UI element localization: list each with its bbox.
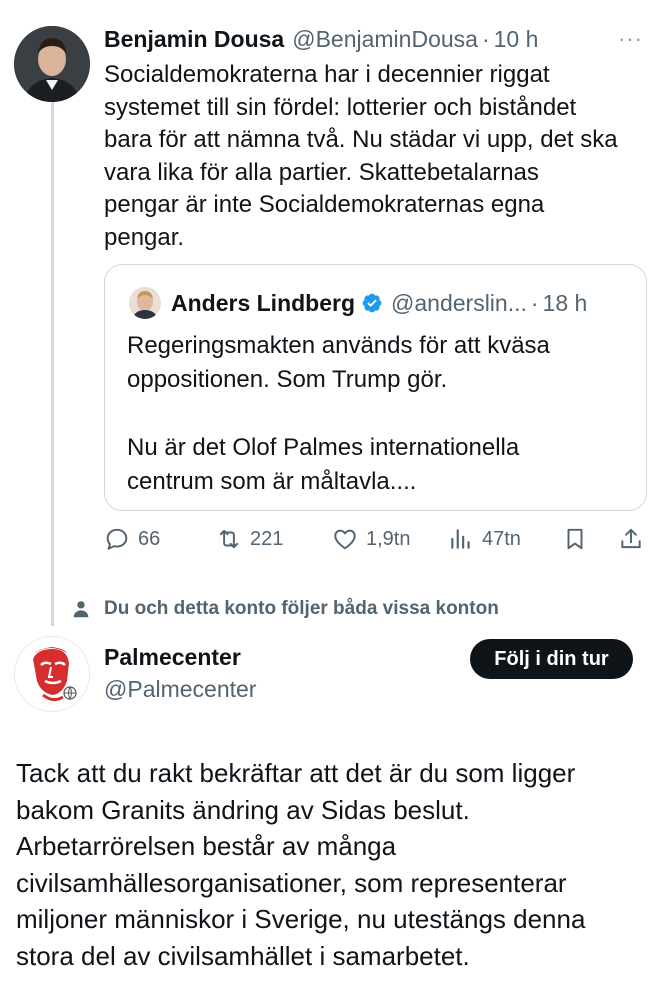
views-chart-icon — [451, 529, 470, 549]
share-icon — [621, 528, 641, 549]
bookmark-button[interactable] — [562, 522, 596, 556]
author-name[interactable]: Benjamin Dousa — [104, 26, 284, 53]
more-options-icon[interactable]: ··· — [618, 26, 643, 52]
heart-icon — [334, 529, 356, 550]
tweet-text: Socialdemokraterna har i decennier rigga… — [104, 61, 618, 251]
reply-icon — [106, 528, 128, 550]
quoted-tweet-text: Regeringsmakten används för att kväsa op… — [127, 332, 550, 495]
timestamp[interactable]: 10 h — [494, 26, 539, 53]
quoted-author-handle: @anderslin... — [391, 289, 527, 316]
avatar[interactable] — [14, 636, 90, 712]
tweet-text: Tack att du rakt bekräftar att det är du… — [16, 758, 586, 971]
author-handle[interactable]: @BenjaminDousa — [292, 26, 478, 53]
bookmark-icon — [567, 528, 583, 550]
quoted-author-name: Anders Lindberg — [171, 289, 356, 316]
avatar[interactable] — [14, 26, 90, 102]
views-button[interactable]: 47tn — [448, 522, 521, 556]
social-context: Du och detta konto följer båda vissa kon… — [70, 595, 499, 623]
social-context-text: Du och detta konto följer båda vissa kon… — [104, 598, 499, 619]
thread-connector-line — [51, 102, 54, 626]
verified-badge-icon — [362, 293, 382, 313]
quoted-tweet[interactable]: Anders Lindberg @anderslin... · 18 h Reg… — [104, 264, 647, 511]
share-button[interactable] — [618, 522, 652, 556]
quoted-avatar — [129, 287, 161, 319]
separator-dot: · — [530, 289, 539, 316]
repost-count: 221 — [250, 527, 284, 550]
tweet-actions: 66 221 1,9tn 47tn — [104, 522, 648, 556]
reply-button[interactable]: 66 — [104, 522, 160, 556]
author-name[interactable]: Palmecenter — [104, 644, 241, 671]
separator-dot: · — [481, 25, 490, 52]
reply-count: 66 — [138, 527, 161, 550]
person-icon — [73, 601, 89, 618]
follow-back-button[interactable]: Följ i din tur — [470, 639, 633, 679]
quoted-tweet-header: Anders Lindberg @anderslin... · 18 h — [129, 285, 622, 321]
quoted-timestamp: 18 h — [542, 289, 588, 316]
author-handle[interactable]: @Palmecenter — [104, 676, 256, 703]
repost-icon — [219, 529, 239, 549]
views-count: 47tn — [482, 527, 521, 550]
tweet-header: Benjamin Dousa @BenjaminDousa · 10 h ··· — [104, 24, 643, 54]
like-button[interactable]: 1,9tn — [332, 522, 410, 556]
like-count: 1,9tn — [366, 527, 411, 550]
repost-button[interactable]: 221 — [216, 522, 283, 556]
